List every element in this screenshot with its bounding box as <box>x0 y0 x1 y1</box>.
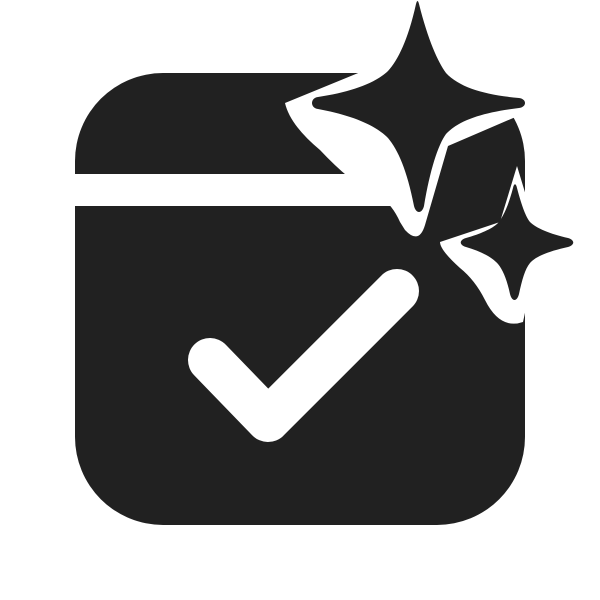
calendar-body <box>75 73 525 525</box>
calendar-sparkle-icon-canvas <box>0 0 600 600</box>
calendar-checkmark-sparkle-icon <box>75 1 574 525</box>
